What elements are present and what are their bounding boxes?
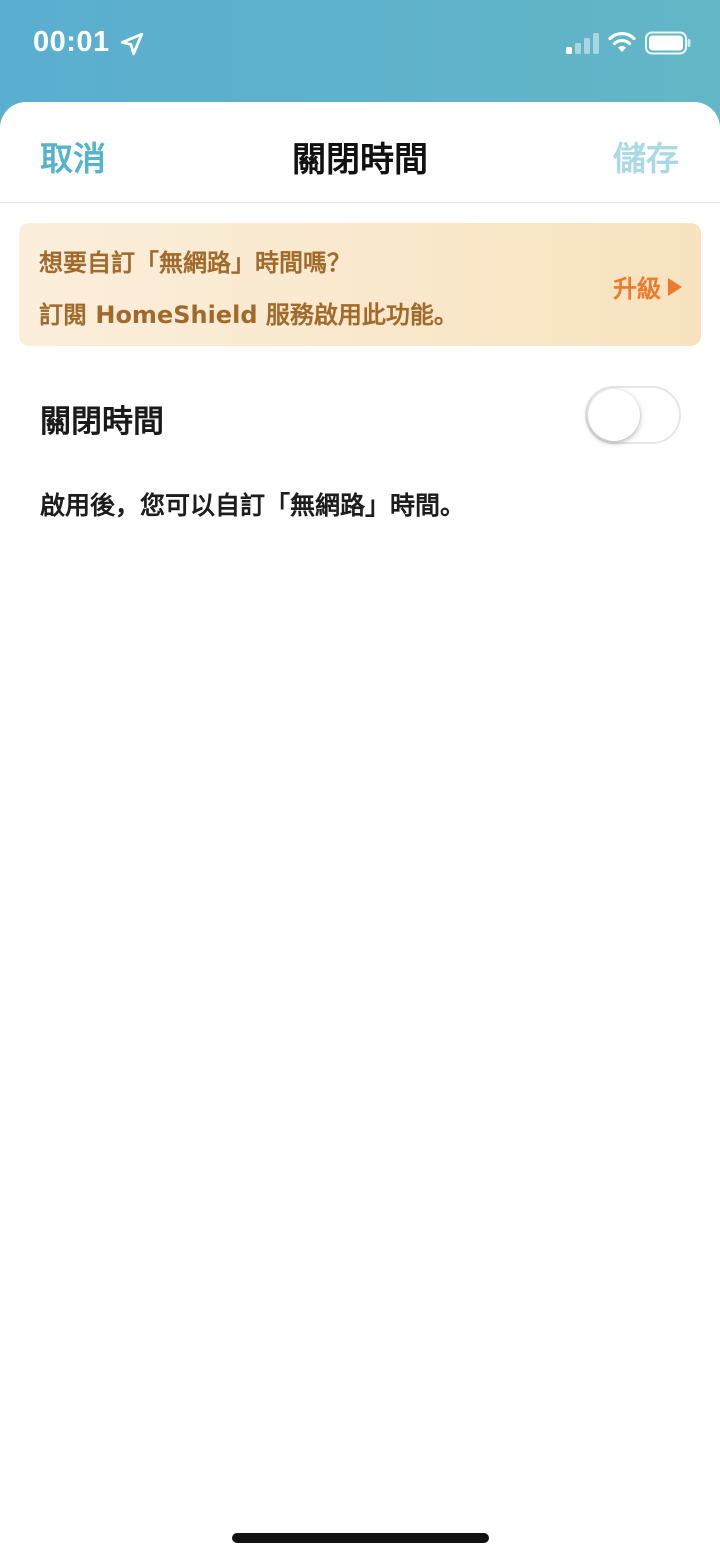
save-button[interactable]: 儲存 [613,132,679,180]
setting-label: 關閉時間 [40,404,164,440]
wifi-icon [608,31,636,52]
upgrade-label: 升級 [613,275,661,303]
status-bar: 00:01 [0,0,720,100]
setting-description: 啟用後，您可以自訂「無網路」時間。 [40,491,466,520]
upgrade-link[interactable]: 升級 [613,269,683,304]
page-title: 關閉時間 [292,140,428,180]
home-indicator [232,1533,489,1543]
upgrade-banner[interactable]: 想要自訂「無網路」時間嗎？ 訂閱 HomeShield 服務啟用此功能。 升級 [19,223,701,346]
status-time: 00:01 [33,26,110,58]
location-arrow-icon [120,32,144,56]
promo-headline: 想要自訂「無網路」時間嗎？ [39,249,351,277]
toggle-knob [588,389,640,441]
nav-bar: 取消 關閉時間 儲存 [0,102,720,203]
play-triangle-icon [668,277,682,296]
cellular-signal-icon [566,33,599,54]
close-time-setting-row: 關閉時間 [0,372,720,462]
close-time-toggle[interactable] [585,386,681,444]
promo-subtext: 訂閱 HomeShield 服務啟用此功能。 [39,301,458,329]
close-time-sheet: 取消 關閉時間 儲存 想要自訂「無網路」時間嗎？ 訂閱 HomeShield 服… [0,102,720,1559]
battery-icon [645,31,691,55]
